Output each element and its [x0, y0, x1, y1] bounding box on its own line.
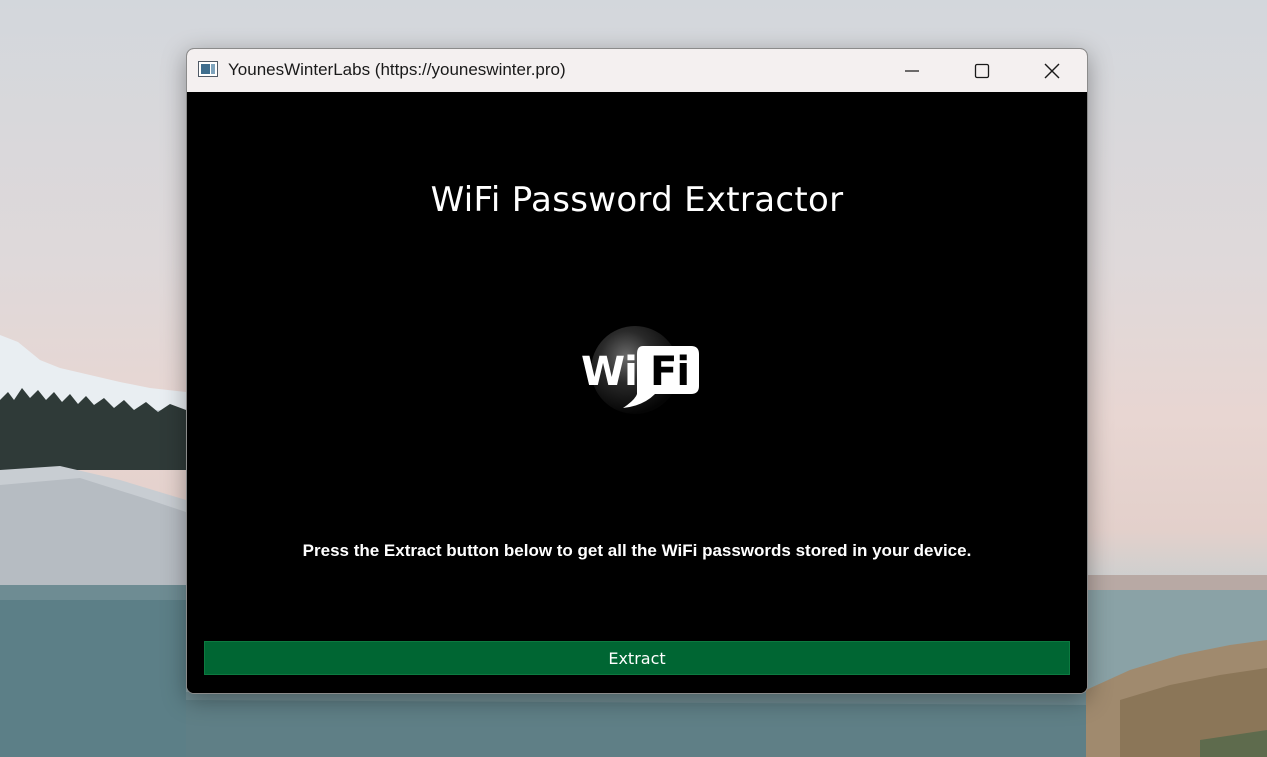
minimize-button[interactable] — [877, 49, 947, 92]
maximize-icon — [974, 63, 990, 78]
close-icon — [1044, 63, 1060, 78]
main-content: WiFi Password Extractor Wi Fi Press the … — [187, 92, 1087, 693]
logo-text-fi: Fi — [650, 349, 690, 395]
page-title: WiFi Password Extractor — [430, 180, 844, 220]
title-bar[interactable]: YounesWinterLabs (https://youneswinter.p… — [187, 49, 1087, 92]
wifi-logo-icon: Wi Fi — [577, 324, 702, 424]
instruction-text: Press the Extract button below to get al… — [302, 541, 972, 560]
app-icon — [198, 61, 218, 77]
app-window: YounesWinterLabs (https://youneswinter.p… — [186, 48, 1088, 694]
logo-text-wi: Wi — [581, 349, 638, 395]
extract-button[interactable]: Extract — [204, 641, 1070, 675]
minimize-icon — [905, 69, 919, 72]
maximize-button[interactable] — [947, 49, 1017, 92]
close-button[interactable] — [1017, 49, 1087, 92]
window-title: YounesWinterLabs (https://youneswinter.p… — [228, 60, 566, 79]
